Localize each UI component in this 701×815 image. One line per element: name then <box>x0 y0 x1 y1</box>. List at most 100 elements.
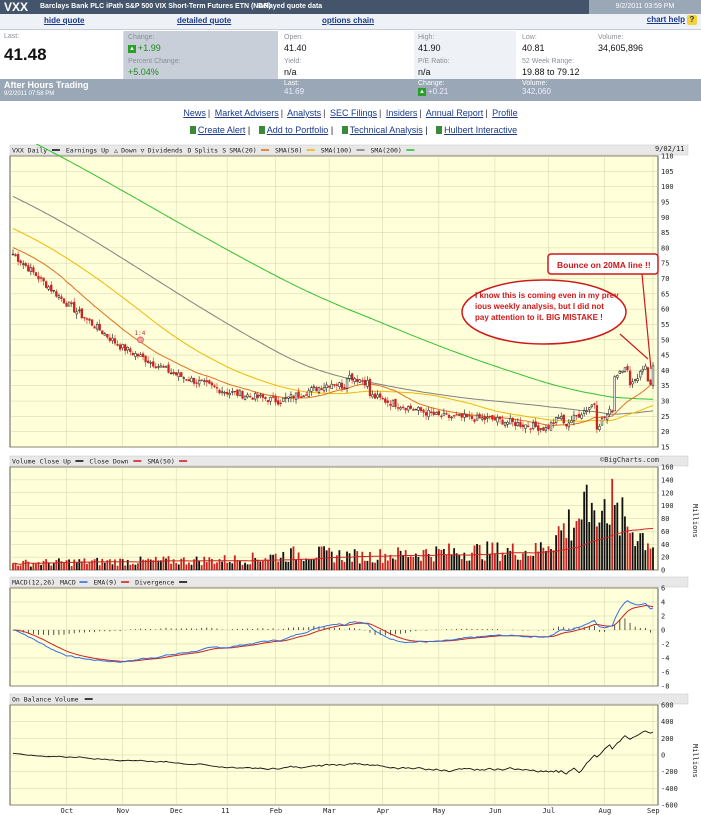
candle-body <box>363 379 367 386</box>
candle-body <box>455 414 458 416</box>
candle-body <box>192 377 196 384</box>
candle-body <box>636 378 639 382</box>
earnings-down-icon: ▽ <box>141 147 145 155</box>
volume-bar <box>124 565 127 570</box>
volume-bar <box>598 522 601 570</box>
candle-body <box>432 411 435 415</box>
candle-body <box>317 387 321 393</box>
dividend-icon: D <box>188 147 192 155</box>
candle-body <box>320 388 323 391</box>
candle-body <box>358 379 361 383</box>
candle-body <box>424 412 428 416</box>
y-tick-label: 200 <box>661 735 674 743</box>
candle-body <box>519 421 522 427</box>
y-tick-label: 75 <box>661 260 669 268</box>
market-advisers-link[interactable]: Market Advisers <box>215 108 279 118</box>
split-icon: S <box>222 147 226 155</box>
analysts-link[interactable]: Analysts <box>287 108 321 118</box>
chart-help-link[interactable]: chart help? <box>647 15 697 25</box>
y-tick-label: -4 <box>661 655 669 663</box>
y-tick-label: 55 <box>661 321 669 329</box>
candle-body <box>29 267 32 272</box>
alert-icon <box>189 126 196 134</box>
candle-body <box>516 422 520 426</box>
volume-bar <box>511 543 514 570</box>
chart-panel-2 <box>9 576 689 687</box>
candle-body <box>50 284 53 292</box>
volume-bar <box>509 550 512 570</box>
options-chain-link[interactable]: options chain <box>322 16 374 25</box>
volume-bar <box>267 559 269 570</box>
candle-body <box>396 407 400 409</box>
volume-bar <box>356 551 359 570</box>
volume-bar <box>165 558 167 570</box>
volume-bar <box>19 565 22 570</box>
volume-bar <box>351 561 354 570</box>
portfolio-icon <box>258 126 265 134</box>
candle-body <box>565 423 568 427</box>
volume-bar <box>427 553 430 570</box>
candle-body <box>524 424 527 429</box>
hulbert-interactive-link[interactable]: Hulbert Interactive <box>444 125 517 135</box>
add-to-portfolio-link[interactable]: Add to Portfolio <box>267 125 329 135</box>
hide-quote-link[interactable]: hide quote <box>44 16 84 25</box>
candle-body <box>534 421 537 427</box>
volume-bar <box>634 546 637 570</box>
detailed-quote-link[interactable]: detailed quote <box>177 16 231 25</box>
news-link[interactable]: News <box>183 108 206 118</box>
create-alert-link[interactable]: Create Alert <box>198 125 246 135</box>
help-icon[interactable]: ? <box>687 15 697 25</box>
volume-bar <box>284 561 287 570</box>
volume-bar <box>504 554 507 570</box>
volume-bar <box>570 540 573 570</box>
candle-body <box>386 400 389 403</box>
volume-bar <box>437 549 440 570</box>
insiders-link[interactable]: Insiders <box>386 108 418 118</box>
candle-body <box>389 403 392 406</box>
pe-label: P/E Ratio: <box>418 58 450 65</box>
y-tick-label: 70 <box>661 275 669 283</box>
volume-bar <box>167 556 170 570</box>
candle-body <box>37 275 40 280</box>
volume-bar <box>616 502 619 570</box>
candle-body <box>557 417 560 419</box>
up-arrow-icon: ▲ <box>128 44 136 53</box>
candle-body <box>478 413 481 419</box>
candle-body <box>621 370 624 373</box>
volume-bar <box>147 558 150 570</box>
legend-close-up: Close Up <box>40 458 71 466</box>
candle-body <box>544 427 548 431</box>
candle-body <box>379 393 382 398</box>
volume-bar <box>142 559 144 570</box>
volume-bar <box>121 559 124 570</box>
volume-bar <box>588 522 591 570</box>
volume-bar <box>488 554 491 570</box>
volume-bar <box>601 510 603 570</box>
volume-bar <box>649 548 652 570</box>
volume-bar <box>292 546 295 570</box>
annual-report-link[interactable]: Annual Report <box>426 108 484 118</box>
volume-bar <box>529 555 532 570</box>
candle-body <box>121 344 124 349</box>
y-tick-label: 80 <box>661 515 669 523</box>
candle-body <box>575 415 578 417</box>
y-tick-label: 15 <box>661 444 669 452</box>
candle-body <box>73 301 76 313</box>
volume-title: Volume <box>12 458 36 466</box>
candle-body <box>593 403 596 405</box>
volume-bar <box>580 519 583 570</box>
dollar-icon <box>341 126 348 134</box>
candle-body <box>78 309 81 312</box>
volume-bar <box>473 545 476 570</box>
candle-body <box>414 408 418 411</box>
technical-analysis-link[interactable]: Technical Analysis <box>350 125 423 135</box>
candle-body <box>269 397 272 402</box>
candle-body <box>67 301 71 307</box>
chart-help-label[interactable]: chart help <box>647 15 685 24</box>
volume-bar <box>114 559 116 570</box>
obv-title: On Balance Volume <box>12 696 79 704</box>
profile-link[interactable]: Profile <box>492 108 518 118</box>
annotation-bounce-text: Bounce on 20MA line !! <box>557 260 651 270</box>
sec-filings-link[interactable]: SEC Filings <box>330 108 377 118</box>
volume-bar <box>448 543 450 570</box>
